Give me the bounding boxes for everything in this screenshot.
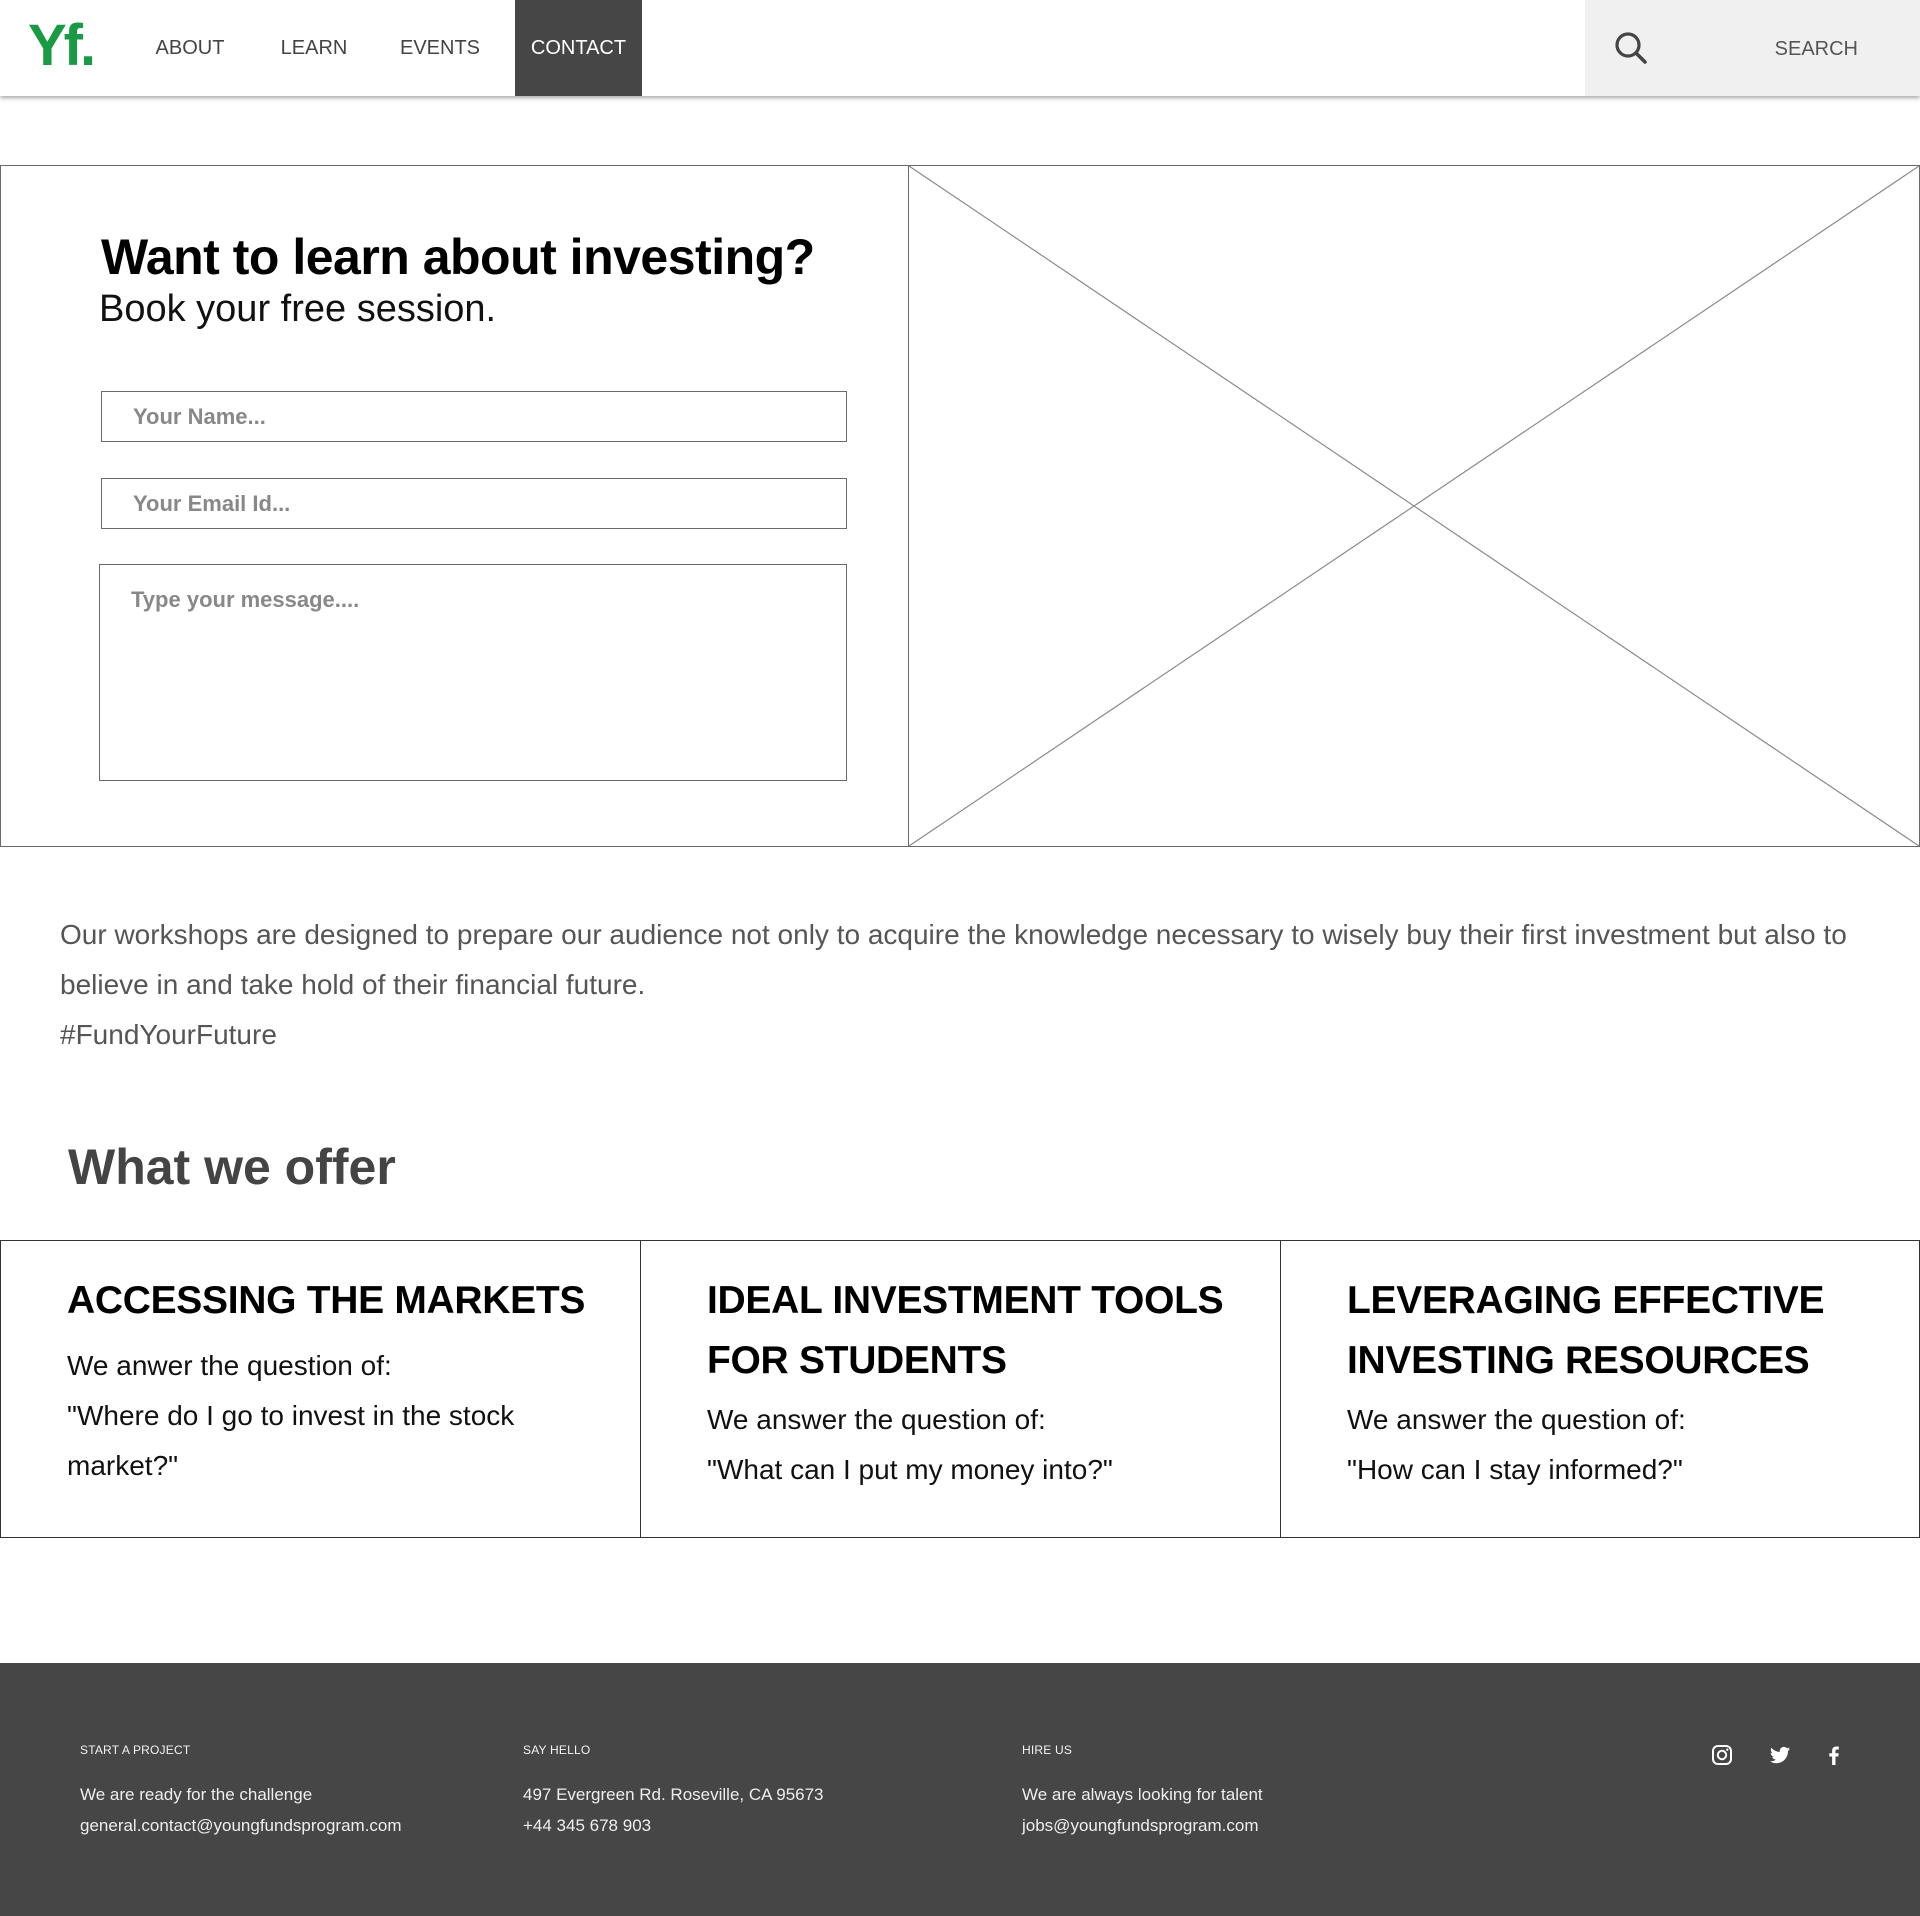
intro-section: Our workshops are designed to prepare ou…: [60, 910, 1880, 1060]
search-bar[interactable]: SEARCH: [1585, 0, 1920, 96]
facebook-icon[interactable]: [1822, 1743, 1846, 1767]
offer-card-title: LEVERAGING EFFECTIVE INVESTING RESOURCES: [1347, 1279, 1825, 1382]
offer-card-question: "What can I put my money into?": [707, 1454, 1113, 1485]
nav-item-about[interactable]: ABOUT: [148, 0, 232, 96]
offer-card-question: "How can I stay informed?": [1347, 1454, 1683, 1485]
offer-card-question: "Where do I go to invest in the stock ma…: [67, 1400, 515, 1481]
nav-item-learn[interactable]: LEARN: [272, 0, 356, 96]
search-icon[interactable]: [1613, 30, 1649, 66]
offer-card-text: We anwer the question of: "Where do I go…: [67, 1341, 607, 1491]
footer-text: We are ready for the challenge: [80, 1785, 313, 1804]
offer-card-markets: ACCESSING THE MARKETS We anwer the quest…: [0, 1240, 641, 1538]
footer-email-link[interactable]: jobs@youngfundsprogram.com: [1022, 1810, 1263, 1841]
nav-item-events[interactable]: EVENTS: [396, 0, 484, 96]
footer: START A PROJECT We are ready for the cha…: [0, 1663, 1920, 1916]
hero-subtitle: Book your free session.: [99, 288, 497, 330]
offer-card-line: We anwer the question of:: [67, 1350, 392, 1381]
message-field[interactable]: [99, 564, 847, 781]
search-label[interactable]: SEARCH: [1775, 0, 1858, 98]
logo-dot: .: [80, 13, 96, 78]
footer-phone[interactable]: +44 345 678 903: [523, 1810, 824, 1841]
offer-card-text: We answer the question of: "What can I p…: [707, 1395, 1247, 1495]
footer-heading: SAY HELLO: [523, 1743, 591, 1757]
offer-card-line: We answer the question of:: [1347, 1404, 1686, 1435]
email-field[interactable]: [101, 478, 847, 529]
contact-form-panel: Want to learn about investing? Book your…: [1, 166, 909, 846]
footer-column-say-hello: SAY HELLO 497 Evergreen Rd. Roseville, C…: [523, 1743, 824, 1841]
twitter-icon[interactable]: [1768, 1743, 1792, 1767]
offer-card-title: IDEAL INVESTMENT TOOLS FOR STUDENTS: [707, 1279, 1224, 1382]
footer-text: We are always looking for talent: [1022, 1785, 1263, 1804]
footer-column-hire-us: HIRE US We are always looking for talent…: [1022, 1743, 1263, 1841]
top-navigation: Yf. ABOUT LEARN EVENTS CONTACT SEARCH: [0, 0, 1920, 96]
offer-cards: ACCESSING THE MARKETS We anwer the quest…: [0, 1240, 1920, 1538]
footer-email-link[interactable]: general.contact@youngfundsprogram.com: [80, 1810, 402, 1841]
footer-heading: START A PROJECT: [80, 1743, 191, 1757]
instagram-icon[interactable]: [1710, 1743, 1734, 1767]
logo[interactable]: Yf.: [28, 13, 96, 78]
intro-paragraph: Our workshops are designed to prepare ou…: [60, 919, 1847, 1000]
footer-column-start-project: START A PROJECT We are ready for the cha…: [80, 1743, 402, 1841]
footer-address: 497 Evergreen Rd. Roseville, CA 95673: [523, 1785, 824, 1804]
offer-card-resources: LEVERAGING EFFECTIVE INVESTING RESOURCES…: [1280, 1240, 1920, 1538]
hero-title: Want to learn about investing?: [101, 229, 815, 285]
offer-card-line: We answer the question of:: [707, 1404, 1046, 1435]
offer-card-tools: IDEAL INVESTMENT TOOLS FOR STUDENTS We a…: [640, 1240, 1281, 1538]
logo-text: Yf: [28, 13, 83, 78]
intro-hashtag: #FundYourFuture: [60, 1019, 277, 1050]
offer-card-title: ACCESSING THE MARKETS: [67, 1279, 586, 1322]
nav-item-contact[interactable]: CONTACT: [515, 0, 642, 96]
image-placeholder-cross: [909, 166, 1919, 846]
name-field[interactable]: [101, 391, 847, 442]
footer-heading: HIRE US: [1022, 1743, 1073, 1757]
offer-card-text: We answer the question of: "How can I st…: [1347, 1395, 1887, 1495]
image-placeholder: [909, 166, 1919, 846]
contact-hero: Want to learn about investing? Book your…: [0, 165, 1920, 847]
offer-heading: What we offer: [68, 1139, 396, 1195]
